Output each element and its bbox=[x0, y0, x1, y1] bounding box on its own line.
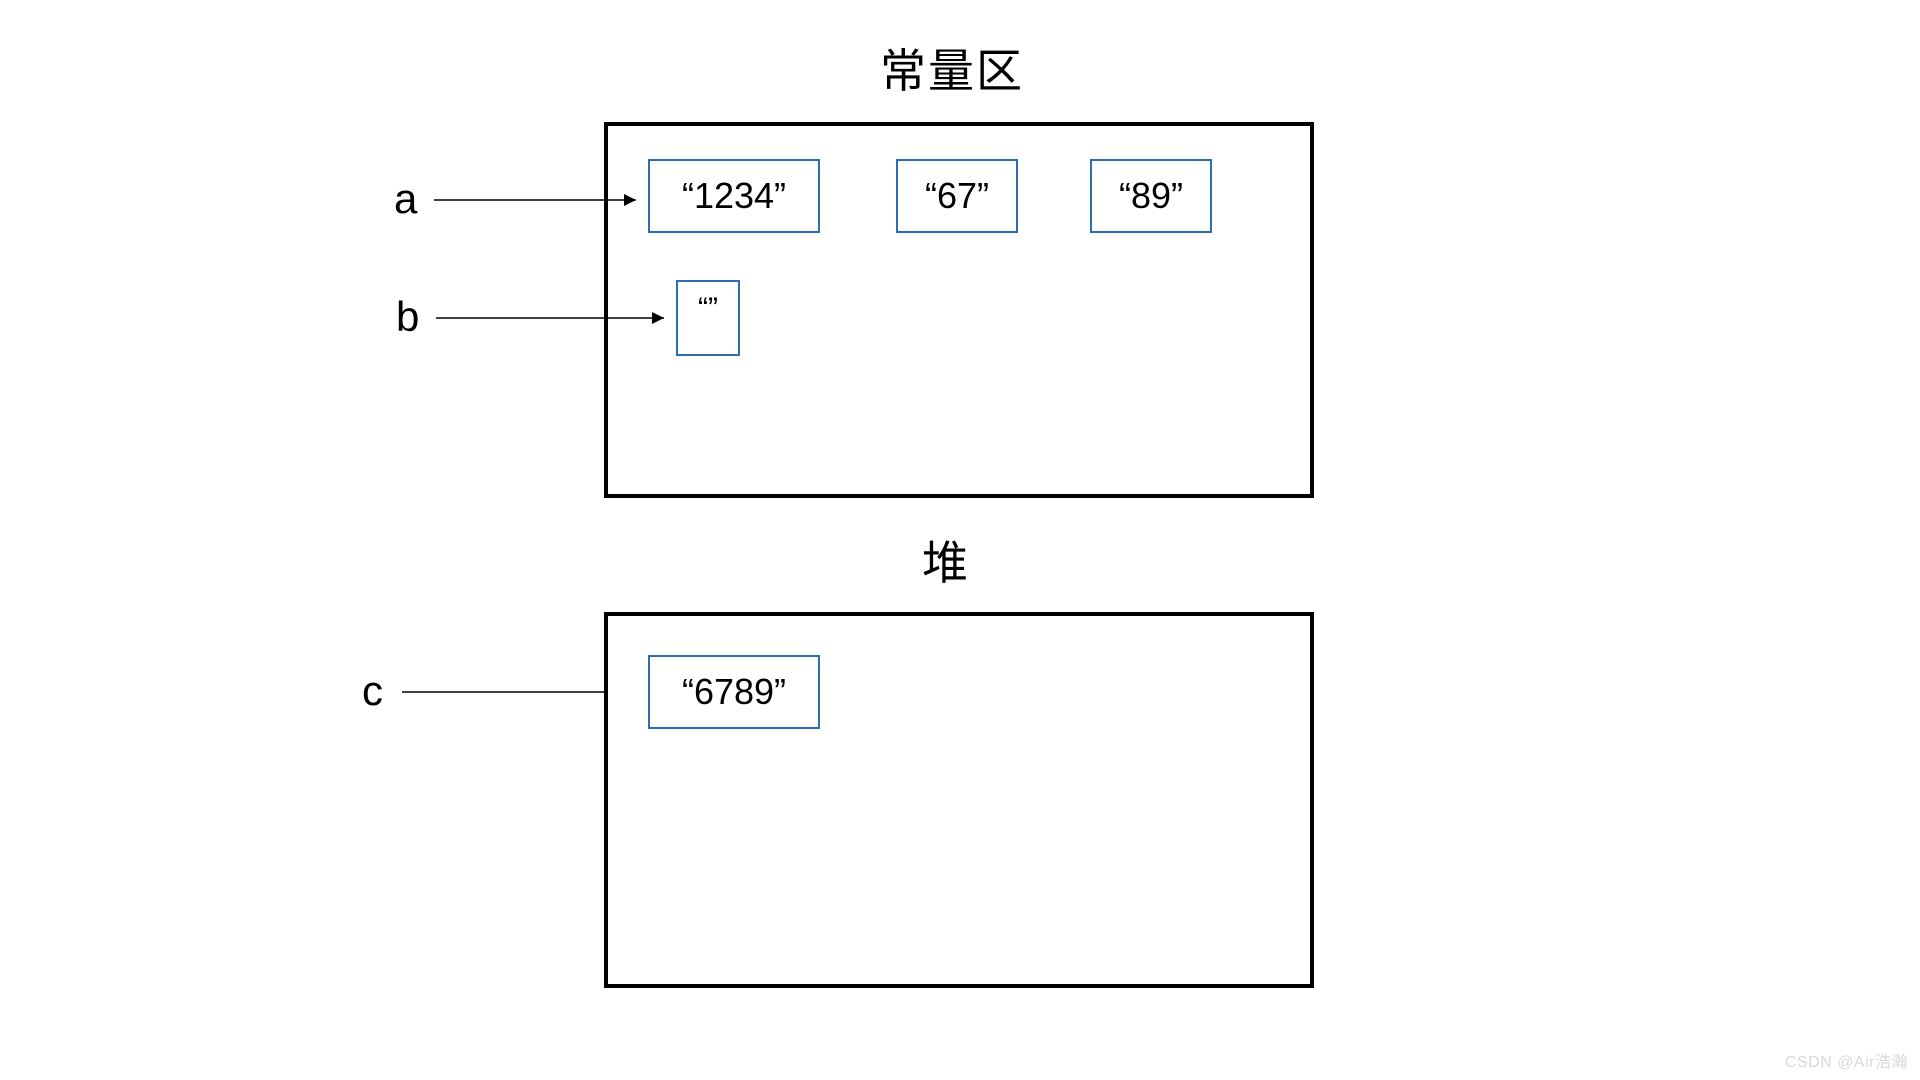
label-c: c bbox=[362, 667, 383, 715]
box-1234: “1234” bbox=[648, 159, 820, 233]
heap-title: 堆 bbox=[922, 527, 970, 593]
box-empty: “” bbox=[676, 280, 740, 356]
label-b: b bbox=[396, 293, 419, 341]
box-6789: “6789” bbox=[648, 655, 820, 729]
box-89: “89” bbox=[1090, 159, 1212, 233]
value-67: “67” bbox=[925, 175, 989, 217]
value-89: “89” bbox=[1119, 175, 1183, 217]
box-67: “67” bbox=[896, 159, 1018, 233]
label-a: a bbox=[394, 175, 417, 223]
value-1234: “1234” bbox=[682, 175, 786, 217]
value-6789: “6789” bbox=[682, 671, 786, 713]
value-empty: “” bbox=[698, 292, 718, 326]
constant-area-title: 常量区 bbox=[880, 35, 1024, 101]
watermark: CSDN @Air浩瀚 bbox=[1785, 1048, 1908, 1072]
